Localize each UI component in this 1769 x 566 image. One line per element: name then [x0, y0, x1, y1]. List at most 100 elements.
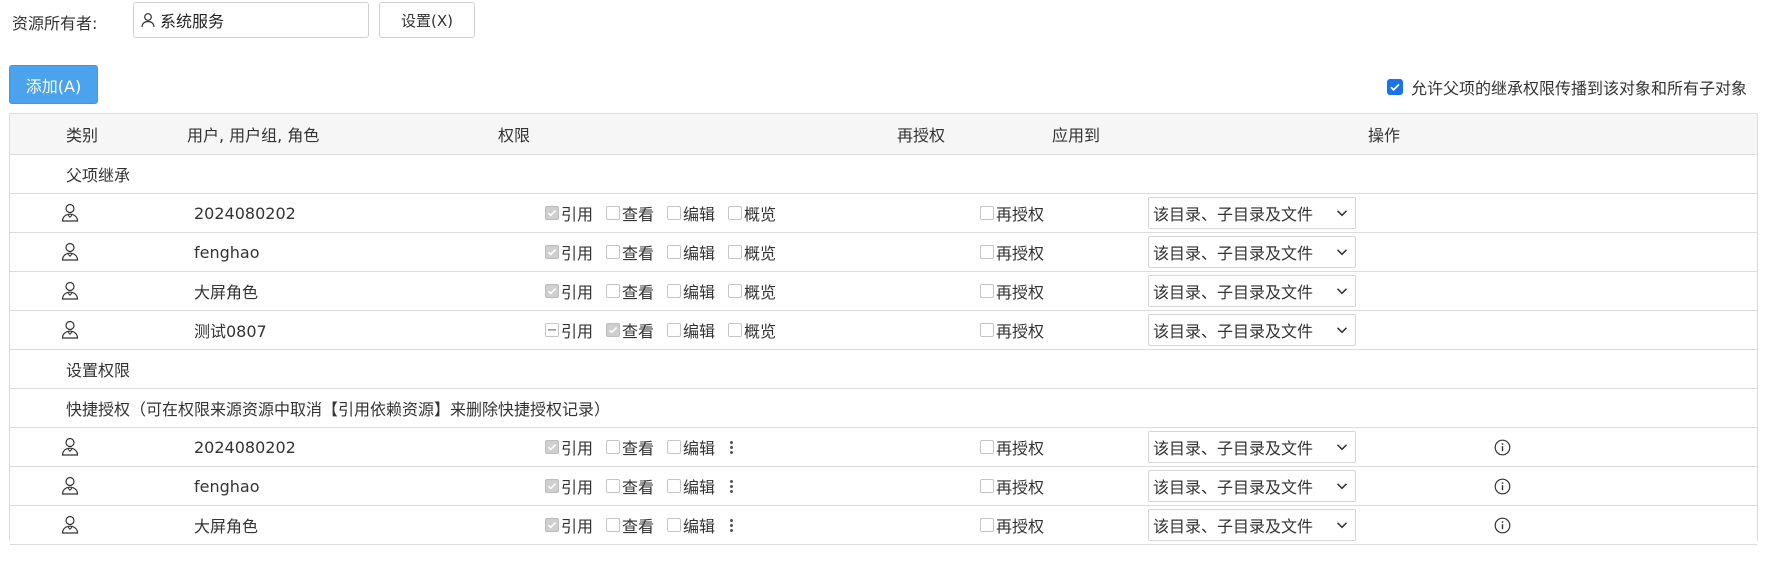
- regrant-checkbox[interactable]: 再授权: [980, 513, 1044, 537]
- regrant-cell: 再授权: [980, 194, 1130, 232]
- permissions-table: 类别 用户, 用户组, 角色 权限 再授权 应用到 操作 父项继承 202408…: [9, 113, 1758, 545]
- checkbox-box: [728, 323, 743, 337]
- edit-checkbox[interactable]: 编辑: [667, 201, 715, 225]
- view-checkbox[interactable]: 查看: [606, 474, 654, 498]
- regrant-label: 再授权: [996, 517, 1045, 536]
- edit-checkbox[interactable]: 编辑: [667, 279, 715, 303]
- checkbox-box: [545, 206, 559, 220]
- apply-to-select[interactable]: 该目录、子目录及文件: [1148, 314, 1356, 346]
- view-checkbox[interactable]: 查看: [606, 201, 654, 225]
- edit-label: 编辑: [683, 478, 716, 497]
- edit-checkbox[interactable]: 编辑: [667, 474, 715, 498]
- user-name: fenghao: [194, 476, 260, 496]
- col-regrant: 再授权: [897, 126, 946, 145]
- regrant-label: 再授权: [996, 244, 1045, 263]
- permissions-cell: 引用 查看 编辑: [545, 428, 965, 466]
- view-checkbox[interactable]: 查看: [606, 318, 654, 342]
- apply-to-cell: 该目录、子目录及文件: [1148, 233, 1368, 271]
- regrant-checkbox[interactable]: 再授权: [980, 474, 1044, 498]
- regrant-label: 再授权: [996, 478, 1045, 497]
- edit-checkbox[interactable]: 编辑: [667, 513, 715, 537]
- checkbox-box: [545, 518, 559, 532]
- apply-to-value: 该目录、子目录及文件: [1153, 439, 1314, 458]
- add-button[interactable]: 添加(A): [9, 65, 98, 104]
- ref-checkbox[interactable]: 引用: [545, 201, 593, 225]
- overview-checkbox[interactable]: 概览: [728, 240, 776, 264]
- regrant-checkbox[interactable]: 再授权: [980, 435, 1044, 459]
- check-icon: [547, 522, 557, 529]
- regrant-checkbox[interactable]: 再授权: [980, 201, 1044, 225]
- checkbox-box: [606, 479, 621, 493]
- checkbox-box: [980, 323, 994, 337]
- apply-to-value: 该目录、子目录及文件: [1153, 205, 1314, 224]
- overview-checkbox[interactable]: 概览: [728, 279, 776, 303]
- edit-checkbox[interactable]: 编辑: [667, 435, 715, 459]
- ref-label: 引用: [561, 439, 594, 458]
- ref-checkbox[interactable]: 引用: [545, 279, 593, 303]
- checkbox-box: [606, 206, 621, 220]
- check-icon: [608, 327, 618, 334]
- owner-field[interactable]: 系统服务: [133, 2, 369, 38]
- user-name: 2024080202: [194, 203, 296, 223]
- info-icon[interactable]: [1494, 478, 1511, 495]
- overview-checkbox[interactable]: 概览: [728, 318, 776, 342]
- more-vertical-icon[interactable]: [730, 439, 734, 455]
- view-checkbox[interactable]: 查看: [606, 240, 654, 264]
- more-vertical-icon[interactable]: [730, 517, 734, 533]
- apply-to-select[interactable]: 该目录、子目录及文件: [1148, 470, 1356, 502]
- owner-row: 资源所有者: 系统服务 设置(X): [0, 0, 1769, 42]
- apply-to-select[interactable]: 该目录、子目录及文件: [1148, 275, 1356, 307]
- apply-to-select[interactable]: 该目录、子目录及文件: [1148, 431, 1356, 463]
- propagate-checkbox[interactable]: [1386, 79, 1403, 95]
- checkbox-box: [606, 440, 621, 454]
- ref-label: 引用: [561, 517, 594, 536]
- ref-checkbox[interactable]: 引用: [545, 435, 593, 459]
- view-label: 查看: [622, 439, 655, 458]
- checkbox-box: [667, 206, 682, 220]
- apply-to-select[interactable]: 该目录、子目录及文件: [1148, 509, 1356, 541]
- view-checkbox[interactable]: 查看: [606, 279, 654, 303]
- check-icon: [1390, 83, 1400, 92]
- set-owner-button[interactable]: 设置(X): [379, 2, 475, 38]
- regrant-checkbox[interactable]: 再授权: [980, 240, 1044, 264]
- chevron-down-icon: [1335, 245, 1349, 259]
- user-cell: fenghao: [194, 233, 524, 271]
- edit-checkbox[interactable]: 编辑: [667, 240, 715, 264]
- overview-checkbox[interactable]: 概览: [728, 201, 776, 225]
- col-category: 类别: [66, 126, 99, 145]
- user-cell: 大屏角色: [194, 506, 524, 544]
- category-cell: [61, 194, 141, 232]
- info-icon[interactable]: [1494, 439, 1511, 456]
- permissions-cell: 引用 查看 编辑: [545, 506, 965, 544]
- more-vertical-icon[interactable]: [730, 478, 734, 494]
- view-label: 查看: [622, 322, 655, 341]
- overview-label: 概览: [744, 244, 777, 263]
- check-icon: [547, 288, 557, 295]
- user-icon: [61, 281, 79, 301]
- info-icon[interactable]: [1494, 517, 1511, 534]
- ref-checkbox[interactable]: 引用: [545, 513, 593, 537]
- regrant-checkbox[interactable]: 再授权: [980, 279, 1044, 303]
- apply-to-select[interactable]: 该目录、子目录及文件: [1148, 197, 1356, 229]
- ref-checkbox[interactable]: 引用: [545, 240, 593, 264]
- category-cell: [61, 506, 141, 544]
- regrant-checkbox[interactable]: 再授权: [980, 318, 1044, 342]
- view-checkbox[interactable]: 查看: [606, 435, 654, 459]
- user-icon: [140, 12, 156, 28]
- user-icon: [61, 476, 79, 496]
- edit-label: 编辑: [683, 439, 716, 458]
- checkbox-box: [545, 479, 559, 493]
- checkbox-box: [606, 245, 621, 259]
- permissions-cell: 引用 查看 编辑 概览: [545, 311, 965, 349]
- chevron-down-icon: [1335, 323, 1349, 337]
- user-icon: [61, 242, 79, 262]
- ref-checkbox[interactable]: 引用: [545, 318, 593, 342]
- owner-label: 资源所有者:: [12, 14, 98, 33]
- checkbox-box: [606, 323, 621, 337]
- edit-checkbox[interactable]: 编辑: [667, 318, 715, 342]
- section-inherited: 父项继承: [10, 155, 1757, 194]
- apply-to-select[interactable]: 该目录、子目录及文件: [1148, 236, 1356, 268]
- ref-checkbox[interactable]: 引用: [545, 474, 593, 498]
- checkbox-box: [980, 440, 994, 454]
- view-checkbox[interactable]: 查看: [606, 513, 654, 537]
